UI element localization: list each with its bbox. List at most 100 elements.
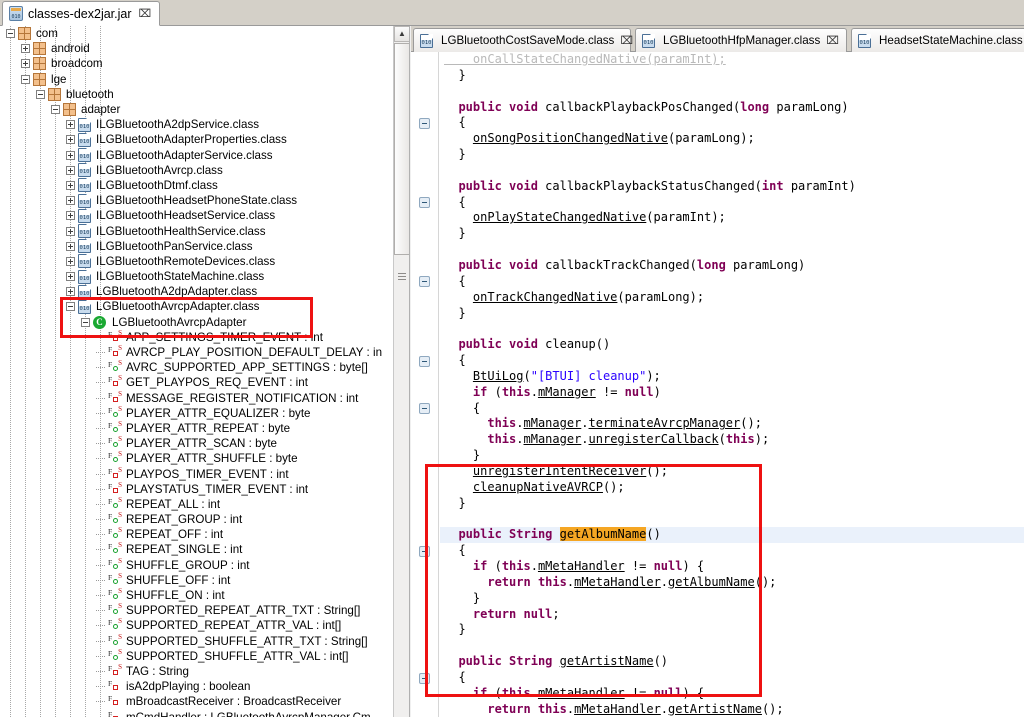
expand-icon[interactable] <box>66 120 75 130</box>
tree-vertical-scrollbar[interactable]: ▲ <box>393 26 409 717</box>
tree-node[interactable]: F S PLAYER_ATTR_REPEAT : byte <box>0 420 394 436</box>
tree-node[interactable]: F S SUPPORTED_SHUFFLE_ATTR_VAL : int[] <box>0 648 394 664</box>
tree-node[interactable]: ILGBluetoothAvrcp.class <box>0 163 394 178</box>
fold-collapse-icon[interactable] <box>419 545 430 557</box>
tree-node[interactable]: ILGBluetoothAdapterService.class <box>0 148 394 163</box>
tree-node[interactable]: F S PLAYPOS_TIMER_EVENT : int <box>0 466 394 481</box>
fold-collapse-icon[interactable] <box>419 117 430 129</box>
expand-icon[interactable] <box>66 226 75 236</box>
tree-node[interactable]: F S PLAYSTATUS_TIMER_EVENT : int <box>0 481 394 497</box>
tree-node[interactable]: android <box>0 41 394 56</box>
tree-scrollbar-thumb[interactable] <box>394 43 409 255</box>
fold-collapse-icon[interactable] <box>419 197 430 209</box>
tree-node[interactable]: F S SUPPORTED_REPEAT_ATTR_TXT : String[] <box>0 603 394 618</box>
tree-node[interactable]: ILGBluetoothHeadsetPhoneState.class <box>0 193 394 208</box>
code-method-signature: public void cleanup() <box>458 337 611 352</box>
expand-icon[interactable] <box>66 241 75 251</box>
fold-collapse-icon[interactable] <box>419 355 430 367</box>
tree-leaf-connector <box>96 610 105 612</box>
scroll-up-arrow-icon[interactable]: ▲ <box>394 26 409 42</box>
expand-icon[interactable] <box>66 180 75 190</box>
tree-node[interactable]: F S REPEAT_SINGLE : int <box>0 542 394 557</box>
tree-node[interactable]: F S SUPPORTED_SHUFFLE_ATTR_TXT : String[] <box>0 633 394 649</box>
tree-node[interactable]: LGBluetoothAvrcpAdapter.class <box>0 299 394 314</box>
fold-collapse-icon[interactable] <box>419 276 430 288</box>
tree-node[interactable]: bluetooth <box>0 87 394 102</box>
tree-node[interactable]: F S REPEAT_ALL : int <box>0 496 394 512</box>
tree-node[interactable]: F S PLAYER_ATTR_EQUALIZER : byte <box>0 405 394 421</box>
expand-icon[interactable] <box>21 44 30 54</box>
code-text[interactable]: onCallStateChangedNative(paramInt); } pu… <box>440 52 1024 717</box>
expand-icon[interactable] <box>66 135 75 145</box>
code-tab[interactable]: LGBluetoothCostSaveMode.class ⌧ <box>413 28 633 52</box>
tree-node[interactable]: ILGBluetoothRemoteDevices.class <box>0 254 394 269</box>
tree-leaf-connector <box>96 382 105 384</box>
jar-tab[interactable]: classes-dex2jar.jar ⌧ <box>2 1 161 26</box>
tree-node[interactable]: C LGBluetoothAvrcpAdapter <box>0 315 394 330</box>
tree-node[interactable]: F S SUPPORTED_REPEAT_ATTR_VAL : int[] <box>0 618 394 633</box>
tree-scroll-viewport[interactable]: comandroidbroadcomlgebluetoothadapterILG… <box>0 26 394 717</box>
collapse-icon[interactable] <box>81 317 90 327</box>
tree-node[interactable]: F S GET_PLAYPOS_REQ_EVENT : int <box>0 375 394 390</box>
public-static-field-icon: FS <box>108 435 122 448</box>
tree-node[interactable]: ILGBluetoothA2dpService.class <box>0 117 394 132</box>
tree-node[interactable]: com <box>0 26 394 41</box>
collapse-icon[interactable] <box>36 89 45 99</box>
tree-node[interactable]: F S APP_SETTINGS_TIMER_EVENT : int <box>0 329 394 345</box>
package-tree-panel[interactable]: comandroidbroadcomlgebluetoothadapterILG… <box>0 26 410 717</box>
fold-collapse-icon[interactable] <box>419 403 430 415</box>
tree-node[interactable]: ILGBluetoothHeadsetService.class <box>0 208 394 223</box>
collapse-icon[interactable] <box>51 105 60 115</box>
tree-node[interactable]: F S PLAYER_ATTR_SHUFFLE : byte <box>0 451 394 466</box>
tree-node[interactable]: broadcom <box>0 56 394 71</box>
tree-node-label: PLAYER_ATTR_SCAN : byte <box>126 437 277 451</box>
tree-node[interactable]: ILGBluetoothPanService.class <box>0 239 394 254</box>
expand-icon[interactable] <box>66 287 75 297</box>
code-view[interactable]: onCallStateChangedNative(paramInt); } pu… <box>411 52 1024 717</box>
tree-node[interactable]: FisA2dpPlaying : boolean <box>0 679 394 694</box>
tree-node[interactable]: F S TAG : String <box>0 663 394 679</box>
fold-collapse-icon[interactable] <box>419 672 430 684</box>
expand-icon[interactable] <box>66 196 75 206</box>
tree-node[interactable]: LGBluetoothA2dpAdapter.class <box>0 284 394 299</box>
tree-node[interactable]: FmBroadcastReceiver : BroadcastReceiver <box>0 694 394 709</box>
tree-node[interactable]: F S AVRCP_PLAY_POSITION_DEFAULT_DELAY : in <box>0 345 394 360</box>
tree-node-label: APP_SETTINGS_TIMER_EVENT : int <box>126 330 323 344</box>
close-icon[interactable]: ⌧ <box>620 34 633 47</box>
expand-icon[interactable] <box>66 150 75 160</box>
tree-node[interactable]: lge <box>0 72 394 87</box>
tree-node[interactable]: ILGBluetoothDtmf.class <box>0 178 394 193</box>
tree-node[interactable]: F S SHUFFLE_GROUP : int <box>0 557 394 573</box>
tree-node[interactable]: ILGBluetoothHealthService.class <box>0 223 394 239</box>
public-static-field-icon: FS <box>108 602 122 615</box>
tree-node[interactable]: FmCmdHandler : LGBluetoothAvrcpManager.C… <box>0 709 394 717</box>
close-icon[interactable]: ⌧ <box>826 34 839 47</box>
tree-node[interactable]: F S AVRC_SUPPORTED_APP_SETTINGS : byte[] <box>0 360 394 375</box>
expand-icon[interactable] <box>21 59 30 69</box>
code-tab[interactable]: LGBluetoothHfpManager.class ⌧ <box>635 28 847 52</box>
collapse-icon[interactable] <box>66 302 75 312</box>
tree-node-label: LGBluetoothAvrcpAdapter <box>112 315 247 329</box>
expand-icon[interactable] <box>66 211 75 221</box>
code-tab[interactable]: HeadsetStateMachine.class⌧ <box>851 28 1024 52</box>
tree-node[interactable]: F S PLAYER_ATTR_SCAN : byte <box>0 436 394 451</box>
tree-node[interactable]: F S SHUFFLE_OFF : int <box>0 572 394 588</box>
tree-node[interactable]: ILGBluetoothStateMachine.class <box>0 269 394 284</box>
close-icon[interactable]: ⌧ <box>139 7 152 20</box>
tree-node[interactable]: F S MESSAGE_REGISTER_NOTIFICATION : int <box>0 390 394 406</box>
expand-icon[interactable] <box>66 165 75 175</box>
collapse-icon[interactable] <box>6 29 15 39</box>
tree-node[interactable]: adapter <box>0 102 394 117</box>
expand-icon[interactable] <box>66 256 75 266</box>
code-tab-label: HeadsetStateMachine.class <box>879 34 1023 47</box>
expand-icon[interactable] <box>66 272 75 282</box>
collapse-icon[interactable] <box>21 74 30 84</box>
tree-node[interactable]: F S REPEAT_OFF : int <box>0 527 394 542</box>
tree-node[interactable]: ILGBluetoothAdapterProperties.class <box>0 132 394 147</box>
tree-node[interactable]: F S SHUFFLE_ON : int <box>0 588 394 603</box>
tree-node[interactable]: F S REPEAT_GROUP : int <box>0 512 394 527</box>
